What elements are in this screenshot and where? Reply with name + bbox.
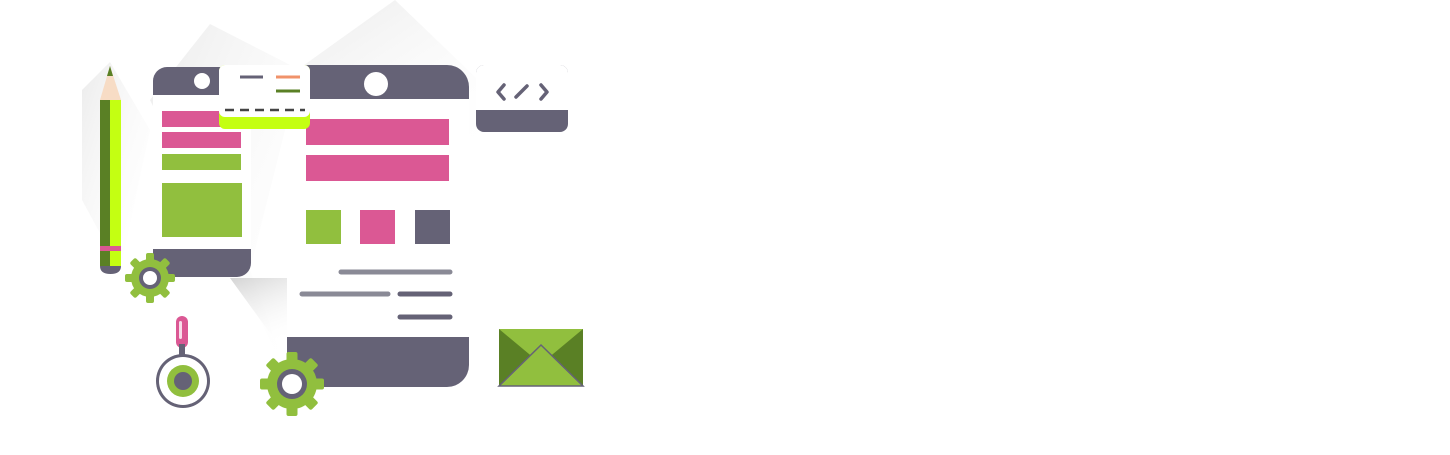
large-phone-camera <box>364 72 388 96</box>
pencil-icon <box>100 66 121 274</box>
small-phone-camera <box>194 73 210 89</box>
app-development-illustration <box>0 0 1450 450</box>
settings-card-icon <box>219 65 310 129</box>
large-phone-icon <box>287 65 469 387</box>
magnifier-icon <box>156 316 210 408</box>
gear-icon-large <box>260 352 324 416</box>
envelope-icon <box>497 329 585 387</box>
gear-icon <box>125 253 175 303</box>
illustration-svg <box>82 0 585 416</box>
code-card-icon <box>476 65 568 132</box>
